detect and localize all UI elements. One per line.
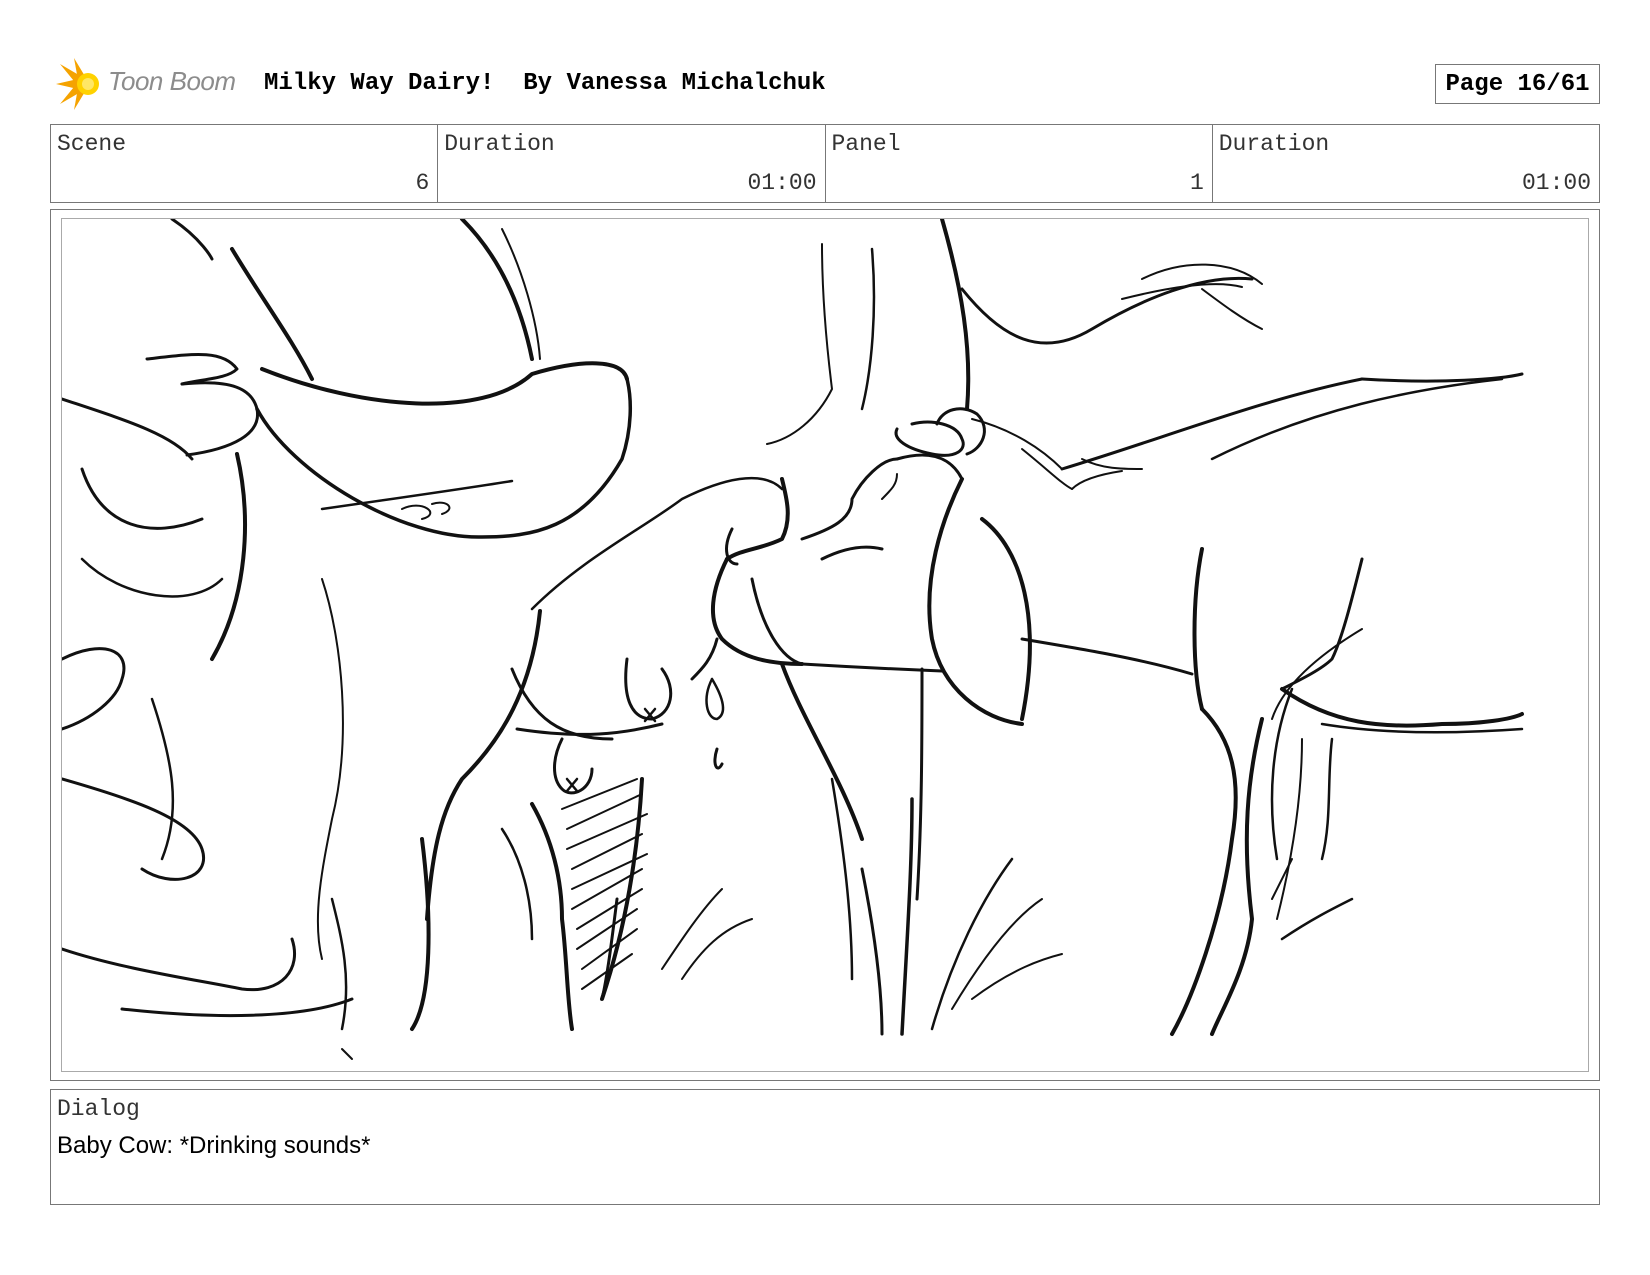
starburst-icon — [56, 58, 99, 110]
panel-duration-label: Duration — [1218, 131, 1330, 157]
panel-cell: Panel 1 — [826, 125, 1213, 202]
panel-label: Panel — [831, 131, 901, 157]
storyboard-panel — [50, 209, 1600, 1081]
panel-duration-cell: Duration 01:00 — [1213, 125, 1599, 202]
dialog-label: Dialog — [57, 1096, 140, 1122]
panel-value: 1 — [1189, 170, 1204, 196]
scene-duration-value: 01:00 — [747, 170, 817, 196]
scene-duration-label: Duration — [444, 131, 555, 157]
panel-duration-value: 01:00 — [1521, 170, 1591, 196]
scene-duration-cell: Duration 01:00 — [438, 125, 826, 202]
logo-text: Toon Boom — [108, 66, 236, 96]
page-number: Page 16/61 — [1435, 64, 1600, 104]
dialog-box: Dialog Baby Cow: *Drinking sounds* — [50, 1089, 1600, 1205]
panel-image-area — [61, 218, 1589, 1072]
document-title: Milky Way Dairy! By Vanessa Michalchuk — [264, 70, 826, 97]
panel-info-table: Scene 6 Duration 01:00 Panel 1 Duration … — [50, 124, 1600, 203]
scene-cell: Scene 6 — [51, 125, 439, 202]
storyboard-sketch — [62, 219, 1524, 1060]
toon-boom-logo: Toon Boom — [52, 56, 252, 112]
dialog-text: Baby Cow: *Drinking sounds* — [57, 1132, 371, 1159]
scene-label: Scene — [57, 131, 127, 157]
scene-value: 6 — [415, 170, 430, 196]
